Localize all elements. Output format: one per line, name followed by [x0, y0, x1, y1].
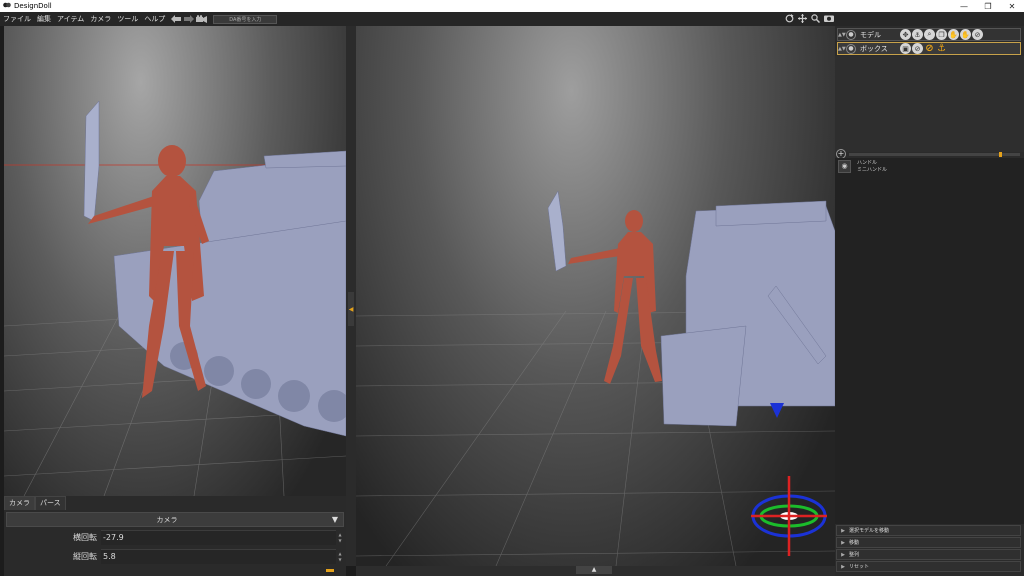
prohibit-icon[interactable]: ⊘ — [924, 43, 935, 54]
chevron-down-icon: ▼ — [331, 515, 339, 524]
drag-handle-icon[interactable]: ▲▼ — [838, 32, 846, 38]
move-icon[interactable]: ✥ — [900, 29, 911, 40]
close-button[interactable]: ✕ — [1000, 2, 1024, 11]
undo-arrow-icon[interactable] — [170, 14, 181, 24]
expand-up-icon[interactable]: ▲ — [576, 566, 612, 574]
cube-icon[interactable]: ▣ — [900, 43, 911, 54]
chevron-right-icon: ▶ — [841, 551, 845, 558]
drag-handle-icon[interactable]: ▲▼ — [838, 46, 846, 52]
camera-tabs: カメラ パース — [4, 496, 346, 510]
anchor-gold-icon[interactable]: ⚓ — [936, 43, 947, 54]
maximize-button[interactable]: ❐ — [976, 2, 1000, 11]
slider-thumb[interactable] — [999, 152, 1002, 157]
menu-edit[interactable]: 編集 — [34, 14, 54, 24]
rotate-view-icon[interactable] — [784, 13, 795, 23]
chevron-right-icon: ▶ — [841, 527, 845, 534]
layer-list-area — [835, 56, 1024, 152]
chevron-right-icon: ▶ — [841, 539, 845, 546]
mini-handle-label[interactable]: ミニハンドル — [857, 166, 887, 173]
layer-model[interactable]: ▲▼ ● モデル ✥ ⚓ ⌕ ❐ ✋ ✋ ⊘ — [837, 28, 1021, 41]
gizmo — [751, 476, 827, 556]
pan-view-icon[interactable] — [797, 13, 808, 23]
horizontal-rotation-label: 横回転 — [73, 533, 97, 542]
accordion-move-selected[interactable]: ▶ 選択モデルを移動 — [836, 525, 1021, 536]
hand-icon[interactable]: ✋ — [948, 29, 959, 40]
slash-icon[interactable]: ⊘ — [972, 29, 983, 40]
viewport-tools — [782, 13, 834, 23]
eye-icon[interactable]: ● — [846, 43, 856, 54]
camera-panel: カメラ パース カメラ ▼ 横回転 -27.9 ▲ ▼ 縦回転 5.8 ▲ ▼ — [4, 496, 346, 576]
handle-section: ◉ ハンドル ミニハンドル — [835, 158, 1024, 524]
right-panel: ▲▼ ● モデル ✥ ⚓ ⌕ ❐ ✋ ✋ ⊘ ▲▼ ● ボックス ▣ ⊘ ⊘ ⚓… — [835, 26, 1024, 576]
video-camera-icon[interactable] — [196, 14, 208, 24]
screenshot-camera-icon[interactable] — [823, 13, 834, 23]
timeline-bar: ▲ — [356, 566, 835, 576]
accordion-label: 移動 — [849, 540, 860, 546]
menu-bar: ファイル 編集 アイテム カメラ ツール ヘルプ DA番号を入力 — [0, 12, 1024, 26]
menu-tools[interactable]: ツール — [114, 14, 141, 24]
zoom-view-icon[interactable] — [810, 13, 821, 23]
accordion-label: リセット — [849, 564, 870, 570]
accordion-reset[interactable]: ▶ リセット — [836, 561, 1021, 572]
menu-file[interactable]: ファイル — [0, 14, 34, 24]
accordion-move[interactable]: ▶ 移動 — [836, 537, 1021, 548]
app-logo-icon — [3, 2, 11, 10]
layer-box[interactable]: ▲▼ ● ボックス ▣ ⊘ ⊘ ⚓ — [837, 42, 1021, 55]
copy-icon[interactable]: ❐ — [936, 29, 947, 40]
slash-icon[interactable]: ⊘ — [912, 43, 923, 54]
horizontal-rotation-input[interactable]: -27.9 — [101, 530, 336, 545]
da-number-input[interactable]: DA番号を入力 — [213, 14, 278, 24]
menu-help[interactable]: ヘルプ — [141, 14, 168, 24]
handle-icon[interactable]: ◉ — [838, 160, 851, 173]
layer-name: モデル — [860, 30, 881, 39]
accordion-align[interactable]: ▶ 整列 — [836, 549, 1021, 560]
window-title: DesignDoll — [14, 2, 52, 10]
sub-viewport[interactable] — [4, 26, 346, 496]
tab-perspective[interactable]: パース — [35, 496, 66, 510]
vertical-rotation-label: 縦回転 — [73, 552, 97, 561]
layer-name: ボックス — [860, 44, 888, 53]
tab-camera[interactable]: カメラ — [4, 496, 35, 510]
spinner-icon[interactable]: ▲ ▼ — [336, 551, 344, 563]
eye-icon[interactable]: ● — [846, 29, 856, 40]
camera-row: 横回転 -27.9 ▲ ▼ — [6, 529, 344, 546]
main-viewport[interactable] — [356, 26, 835, 566]
handle-label[interactable]: ハンドル — [857, 159, 877, 166]
redo-arrow-icon[interactable] — [183, 14, 194, 24]
menu-camera[interactable]: カメラ — [87, 14, 114, 24]
accordion-label: 選択モデルを移動 — [849, 528, 890, 534]
accordion-label: 整列 — [849, 552, 860, 558]
anchor-icon[interactable]: ⚓ — [912, 29, 923, 40]
menu-item[interactable]: アイテム — [54, 14, 87, 24]
hand-alt-icon[interactable]: ✋ — [960, 29, 971, 40]
collapse-arrow-icon[interactable]: ◀ — [348, 292, 354, 326]
camera-dropdown[interactable]: カメラ ▼ — [6, 512, 344, 527]
vertical-rotation-input[interactable]: 5.8 — [101, 549, 336, 564]
spinner-icon[interactable]: ▲ ▼ — [336, 532, 344, 544]
panel-scroll-indicator[interactable] — [326, 569, 334, 572]
minimize-button[interactable]: — — [952, 2, 976, 11]
camera-dropdown-label: カメラ — [156, 515, 178, 524]
camera-row: 縦回転 5.8 ▲ ▼ — [6, 548, 344, 565]
layer-slider[interactable] — [849, 152, 1020, 157]
chevron-right-icon: ▶ — [841, 563, 845, 570]
magnify-icon[interactable]: ⌕ — [924, 29, 935, 40]
title-bar: DesignDoll — ❐ ✕ — [0, 0, 1024, 12]
